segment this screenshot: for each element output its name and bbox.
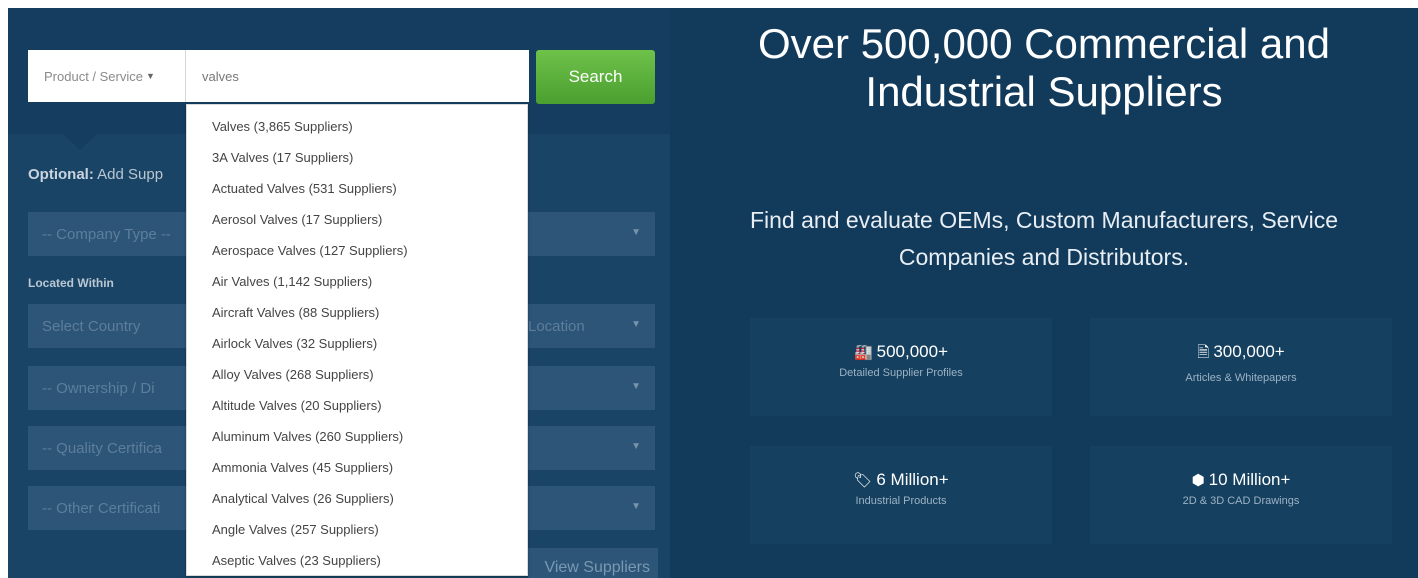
stat-card-products: 🏷 6 Million+ Industrial Products [750,446,1052,544]
stat-card-cad: ⬢ 10 Million+ 2D & 3D CAD Drawings [1090,446,1392,544]
page-frame: Product / Service ▼ Search Optional: Add… [8,8,1418,578]
suggestion-item[interactable]: Aseptic Valves (23 Suppliers) [187,545,527,575]
chevron-down-icon: ▼ [631,501,641,512]
hero-headline: Over 500,000 Commercial and Industrial S… [758,20,1330,115]
autocomplete-dropdown: Valves (3,865 Suppliers) 3A Valves (17 S… [186,104,528,576]
chevron-down-icon: ▼ [631,381,641,392]
optional-filters-label: Optional: Add Supp [28,166,164,183]
stat-label: Articles & Whitepapers [1185,372,1297,384]
stat-card-suppliers: 🏭 500,000+ Detailed Supplier Profiles [750,318,1052,416]
suggestion-item[interactable]: Actuated Valves (531 Suppliers) [187,173,527,204]
chevron-down-icon: ▼ [631,319,641,330]
suggestion-item[interactable]: Altitude Valves (20 Suppliers) [187,390,527,421]
pointer-arrow [63,134,97,150]
suggestion-item[interactable]: Aircraft Valves (88 Suppliers) [187,297,527,328]
suggestion-item[interactable]: Aerospace Valves (127 Suppliers) [187,235,527,266]
stat-value: 500,000+ [876,342,949,361]
search-type-select[interactable]: Product / Service ▼ [28,50,186,102]
view-suppliers-button[interactable]: View Suppliers [528,548,658,578]
tag-icon: 🏷 [853,472,873,489]
caret-down-icon: ▼ [146,71,155,81]
suggestion-item[interactable]: Aerosol Valves (17 Suppliers) [187,204,527,235]
located-within-label: Located Within [28,276,114,290]
chevron-down-icon: ▼ [631,227,641,238]
stat-value: 10 Million+ [1208,470,1291,489]
hero-subheadline: Find and evaluate OEMs, Custom Manufactu… [749,207,1339,270]
suggestion-item[interactable]: Ammonia Valves (45 Suppliers) [187,452,527,483]
suggestion-item[interactable]: Valves (3,865 Suppliers) [187,111,527,142]
suggestion-item[interactable]: Aluminum Valves (260 Suppliers) [187,421,527,452]
location-select-label: Location [528,317,585,335]
suggestion-item[interactable]: Angle Valves (257 Suppliers) [187,514,527,545]
hero-panel: Over 500,000 Commercial and Industrial S… [670,8,1418,578]
suggestion-item[interactable]: Alloy Valves (268 Suppliers) [187,359,527,390]
stat-value: 6 Million+ [876,470,949,489]
search-type-label: Product / Service [44,68,143,84]
suggestion-item[interactable]: Airlock Valves (32 Suppliers) [187,328,527,359]
suggestion-item[interactable]: Analytical Valves (26 Suppliers) [187,483,527,514]
suggestion-item[interactable]: 3A Valves (17 Suppliers) [187,142,527,173]
stat-label: Detailed Supplier Profiles [839,367,963,379]
search-panel: Product / Service ▼ Search Optional: Add… [8,8,670,578]
search-input[interactable] [186,50,529,102]
search-button[interactable]: Search [536,50,655,104]
chevron-down-icon: ▼ [631,441,641,452]
stat-label: 2D & 3D CAD Drawings [1182,495,1300,507]
suggestion-item[interactable]: Air Valves (1,142 Suppliers) [187,266,527,297]
document-icon: 🗎 [1197,344,1210,361]
stat-label: Industrial Products [855,495,947,507]
stat-value: 300,000+ [1213,342,1285,361]
factory-icon: 🏭 [853,344,873,361]
cube-icon: ⬢ [1191,472,1205,489]
stat-card-articles: 🗎 300,000+ Articles & Whitepapers [1090,318,1392,416]
